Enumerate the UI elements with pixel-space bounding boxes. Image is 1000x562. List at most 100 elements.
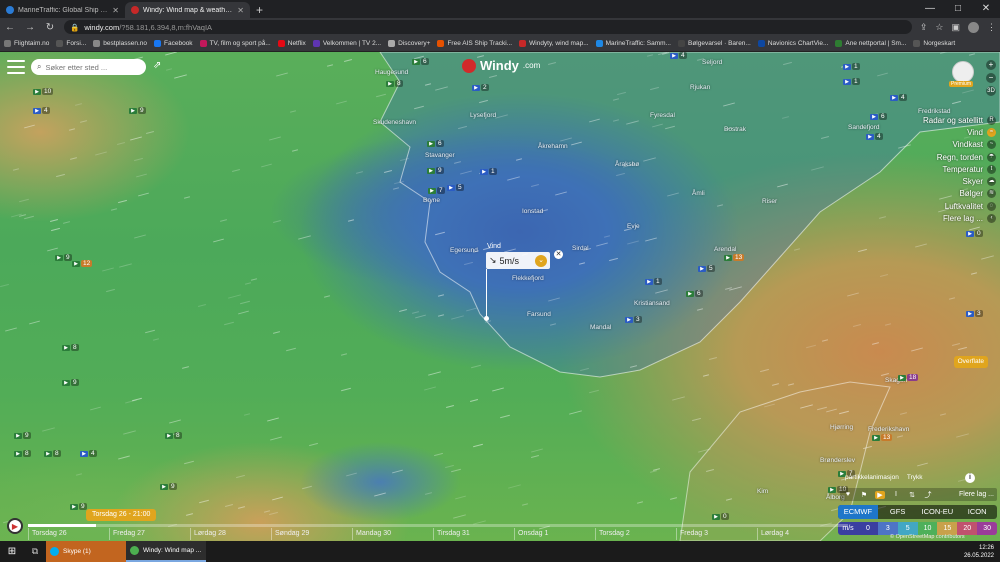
wind-marker[interactable]: ▶ 12 — [72, 260, 93, 267]
wind-marker[interactable]: ▶ 4 — [866, 133, 883, 140]
bookmark-item[interactable]: Forsi... — [56, 40, 86, 47]
reload-icon[interactable]: ↻ — [44, 22, 56, 33]
layer-item[interactable]: Luftkvalitet ◌ — [945, 200, 996, 212]
wind-marker[interactable]: ▶ 9 — [427, 167, 444, 174]
wind-marker[interactable]: ▶ 8 — [14, 450, 31, 457]
close-window-button[interactable]: ✕ — [972, 0, 1000, 18]
windy-logo[interactable]: Windy .com — [462, 58, 540, 73]
search-input[interactable] — [45, 62, 141, 72]
tool-icon[interactable]: ⤴ — [923, 490, 933, 500]
premium-avatar[interactable] — [952, 61, 974, 83]
layer-item[interactable]: Temperatur t — [943, 163, 996, 175]
wind-marker[interactable]: ▶ 6 — [686, 290, 703, 297]
menu-dots-icon[interactable]: ⋮ — [987, 22, 996, 33]
layer-item[interactable]: Flere lag ... ‹ — [943, 212, 996, 224]
minimize-button[interactable]: — — [916, 0, 944, 18]
wind-marker[interactable]: ▶ 4 — [670, 52, 687, 59]
wind-marker[interactable]: ▶ 9 — [160, 483, 177, 490]
timeline-day[interactable]: Torsdag 2 — [595, 528, 676, 540]
wind-marker[interactable]: ▶ 8 — [386, 80, 403, 87]
wind-marker[interactable]: ▶ 1 — [843, 63, 860, 70]
surface-level-button[interactable]: Overflate — [953, 356, 988, 368]
browser-tab[interactable]: Windy: Wind map & weather fore... ✕ — [125, 2, 250, 18]
wind-popup[interactable]: ↘ 5m/s ⌄ — [486, 252, 550, 269]
windows-start-icon[interactable]: ⊞ — [0, 546, 24, 557]
wind-marker[interactable]: ▶ 13 — [724, 254, 745, 261]
layer-item[interactable]: Vind ≈ — [967, 126, 996, 138]
wind-marker[interactable]: ▶ 18 — [898, 374, 919, 381]
timeline-day[interactable]: Torsdag 26 — [28, 528, 109, 540]
bookmark-item[interactable]: Ane nettportal | Sm... — [835, 40, 906, 47]
browser-tab[interactable]: MarineTraffic: Global Ship Tracki... ✕ — [0, 2, 125, 18]
wind-marker[interactable]: ▶ 9 — [129, 107, 146, 114]
wind-marker[interactable]: ▶ 9 — [14, 432, 31, 439]
profile-avatar[interactable] — [968, 21, 979, 33]
tab-close-icon[interactable]: ✕ — [237, 6, 244, 15]
bookmark-item[interactable]: TV, film og sport på... — [199, 40, 271, 47]
wind-marker[interactable]: ▶ 1 — [480, 168, 497, 175]
timeline-day[interactable]: Fredag 27 — [109, 528, 190, 540]
wind-marker[interactable]: ▶ 6 — [427, 140, 444, 147]
extensions-icon[interactable]: ▣ — [951, 22, 960, 33]
wind-marker[interactable]: ▶ 0 — [712, 513, 729, 520]
wind-marker[interactable]: ▶ 9 — [70, 503, 87, 510]
timeline-current-time[interactable]: Torsdag 26 - 21:00 — [86, 509, 157, 521]
task-view-icon[interactable]: ⧉ — [24, 546, 46, 557]
tool-icon[interactable]: ▶ — [875, 490, 885, 499]
bookmark-item[interactable]: bestplassen.no — [93, 40, 147, 47]
bookmark-item[interactable]: Windyty, wind map... — [519, 40, 589, 47]
bookmark-item[interactable]: Flightaim.no — [4, 40, 49, 47]
wind-marker[interactable]: ▶ 7 — [428, 187, 445, 194]
bookmark-item[interactable]: Netflix — [277, 40, 306, 47]
model-tab[interactable]: ICON — [957, 505, 997, 519]
timeline-day[interactable]: Fredag 3 — [676, 528, 757, 540]
wind-marker[interactable]: ▶ 9 — [62, 379, 79, 386]
weather-map[interactable]: Haugesund Skudeneshavn Stavanger Bryne Egers… — [0, 52, 1000, 541]
zoom-in-button[interactable]: + — [986, 60, 996, 70]
wind-marker[interactable]: ▶ 3 — [966, 310, 983, 317]
wind-marker[interactable]: ▶ 8 — [165, 432, 182, 439]
zoom-out-button[interactable]: − — [986, 73, 996, 83]
bookmark-item[interactable]: Navionics ChartVie... — [757, 40, 828, 47]
timeline-day[interactable]: Mandag 30 — [352, 528, 433, 540]
wind-marker[interactable]: ▶ 1 — [843, 78, 860, 85]
pressure-toggle[interactable]: Trykk — [907, 474, 923, 481]
wind-marker[interactable]: ▶ 8 — [44, 450, 61, 457]
taskbar-clock[interactable]: 12:26 26.05.2022 — [964, 544, 1000, 560]
share-icon[interactable]: ⇪ — [920, 22, 928, 33]
bookmark-item[interactable]: Bølgevarsel · Baren... — [677, 40, 751, 47]
taskbar-app[interactable]: Windy: Wind map ... — [126, 541, 206, 562]
particle-animation-toggle[interactable]: partikkelanimasjon — [845, 474, 899, 481]
bookmark-item[interactable]: Velkommen | TV 2... — [312, 40, 381, 47]
wind-marker[interactable]: ▶ 8 — [62, 344, 79, 351]
bookmark-item[interactable]: Norgeskart — [913, 40, 955, 47]
wind-marker[interactable]: ▶ 0 — [966, 230, 983, 237]
tool-icon[interactable]: ⚑ — [859, 491, 869, 499]
layer-item[interactable]: Radar og satellitt R — [923, 114, 996, 126]
popup-pin-dot[interactable] — [484, 316, 489, 321]
model-tab[interactable]: ICON-EU — [918, 505, 958, 519]
timeline-day[interactable]: Søndag 29 — [271, 528, 352, 540]
wind-marker[interactable]: ▶ 4 — [33, 107, 50, 114]
more-layers-link[interactable]: Flere lag ... — [959, 491, 994, 498]
timeline-day[interactable]: Tirsdag 31 — [433, 528, 514, 540]
wind-marker[interactable]: ▶ 4 — [80, 450, 97, 457]
popup-expand-icon[interactable]: ⌄ — [535, 254, 547, 267]
layer-item[interactable]: Vindkast ~ — [952, 139, 996, 151]
wind-marker[interactable]: ▶ 6 — [870, 113, 887, 120]
tab-close-icon[interactable]: ✕ — [112, 6, 119, 15]
tool-icon[interactable]: I — [891, 491, 901, 498]
bookmark-star-icon[interactable]: ☆ — [935, 22, 943, 33]
menu-hamburger-icon[interactable] — [7, 60, 25, 74]
forward-icon[interactable]: → — [24, 22, 36, 33]
3d-button[interactable]: 3D — [986, 86, 996, 96]
wind-marker[interactable]: ▶ 13 — [872, 434, 893, 441]
model-tab[interactable]: ECMWF — [838, 505, 878, 519]
bookmark-item[interactable]: Discovery+ — [388, 40, 430, 47]
bookmark-item[interactable]: Facebook — [154, 40, 193, 47]
wind-marker[interactable]: ▶ 5 — [698, 265, 715, 272]
wind-marker[interactable]: ▶ 6 — [412, 58, 429, 65]
url-field[interactable]: 🔒 windy.com/?58.181,6.394,8,m:fhVaqIA — [64, 20, 912, 34]
info-icon[interactable]: i — [965, 473, 975, 483]
timeline-day[interactable]: Lørdag 28 — [190, 528, 271, 540]
